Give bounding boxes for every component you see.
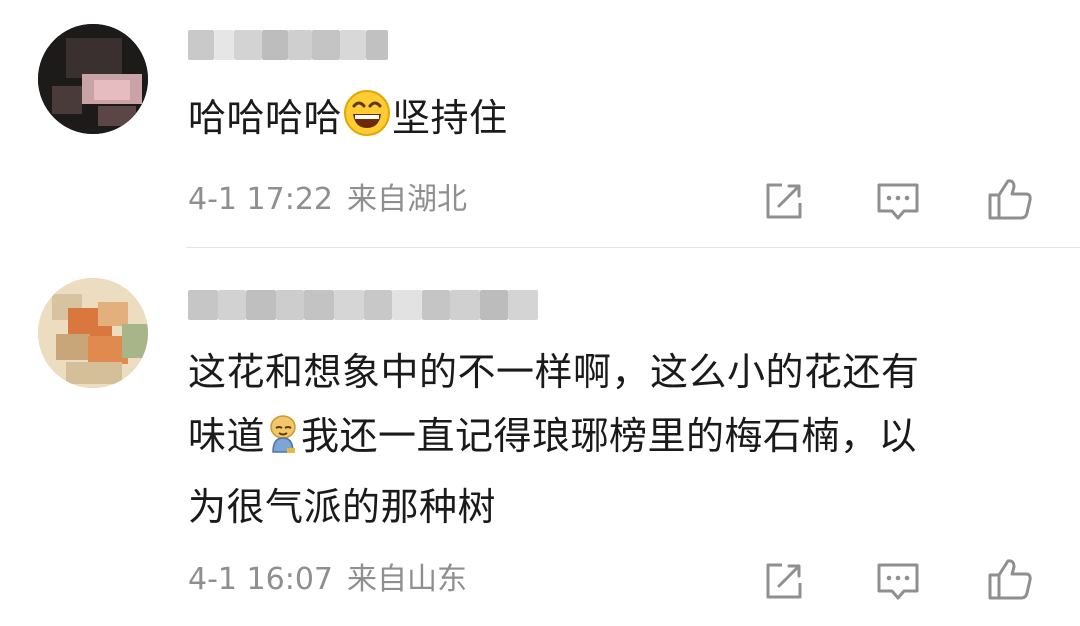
timestamp: 4-1 16:07: [188, 562, 333, 597]
comment-icon: [877, 183, 919, 220]
like-button[interactable]: [984, 553, 1036, 605]
comment-item: 这花和想象中的不一样啊，这么小的花还有 味道 我还一直记得琅琊榜里的梅石楠，以 …: [0, 248, 1080, 626]
location: 来自湖北: [347, 182, 467, 217]
doge-figure-icon: [265, 411, 301, 475]
share-icon: [766, 563, 802, 599]
like-icon: [988, 179, 1032, 220]
comment-button[interactable]: [872, 175, 924, 227]
comment-icon: [877, 563, 919, 600]
comment-button[interactable]: [872, 555, 924, 607]
comment-text: 这花和想象中的不一样啊，这么小的花还有 味道 我还一直记得琅琊榜里的梅石楠，以 …: [188, 350, 920, 529]
comment-meta: 4-1 16:07 来自山东: [188, 560, 467, 600]
grinning-face-icon: [342, 88, 392, 157]
comment-meta: 4-1 17:22 来自湖北: [188, 180, 467, 220]
username-blurred[interactable]: [188, 290, 538, 320]
username-blurred[interactable]: [188, 30, 388, 60]
share-icon: [766, 183, 802, 219]
timestamp: 4-1 17:22: [188, 182, 333, 217]
share-button[interactable]: [758, 175, 810, 227]
like-icon: [988, 559, 1032, 600]
avatar[interactable]: [38, 278, 148, 388]
like-button[interactable]: [984, 173, 1036, 225]
avatar[interactable]: [38, 24, 148, 134]
location: 来自山东: [347, 562, 467, 597]
share-button[interactable]: [758, 555, 810, 607]
comment-item: 哈哈哈哈 坚持住 4-1 17:22 来自湖北: [0, 0, 1080, 247]
comment-text: 哈哈哈哈 坚持住: [188, 86, 508, 157]
